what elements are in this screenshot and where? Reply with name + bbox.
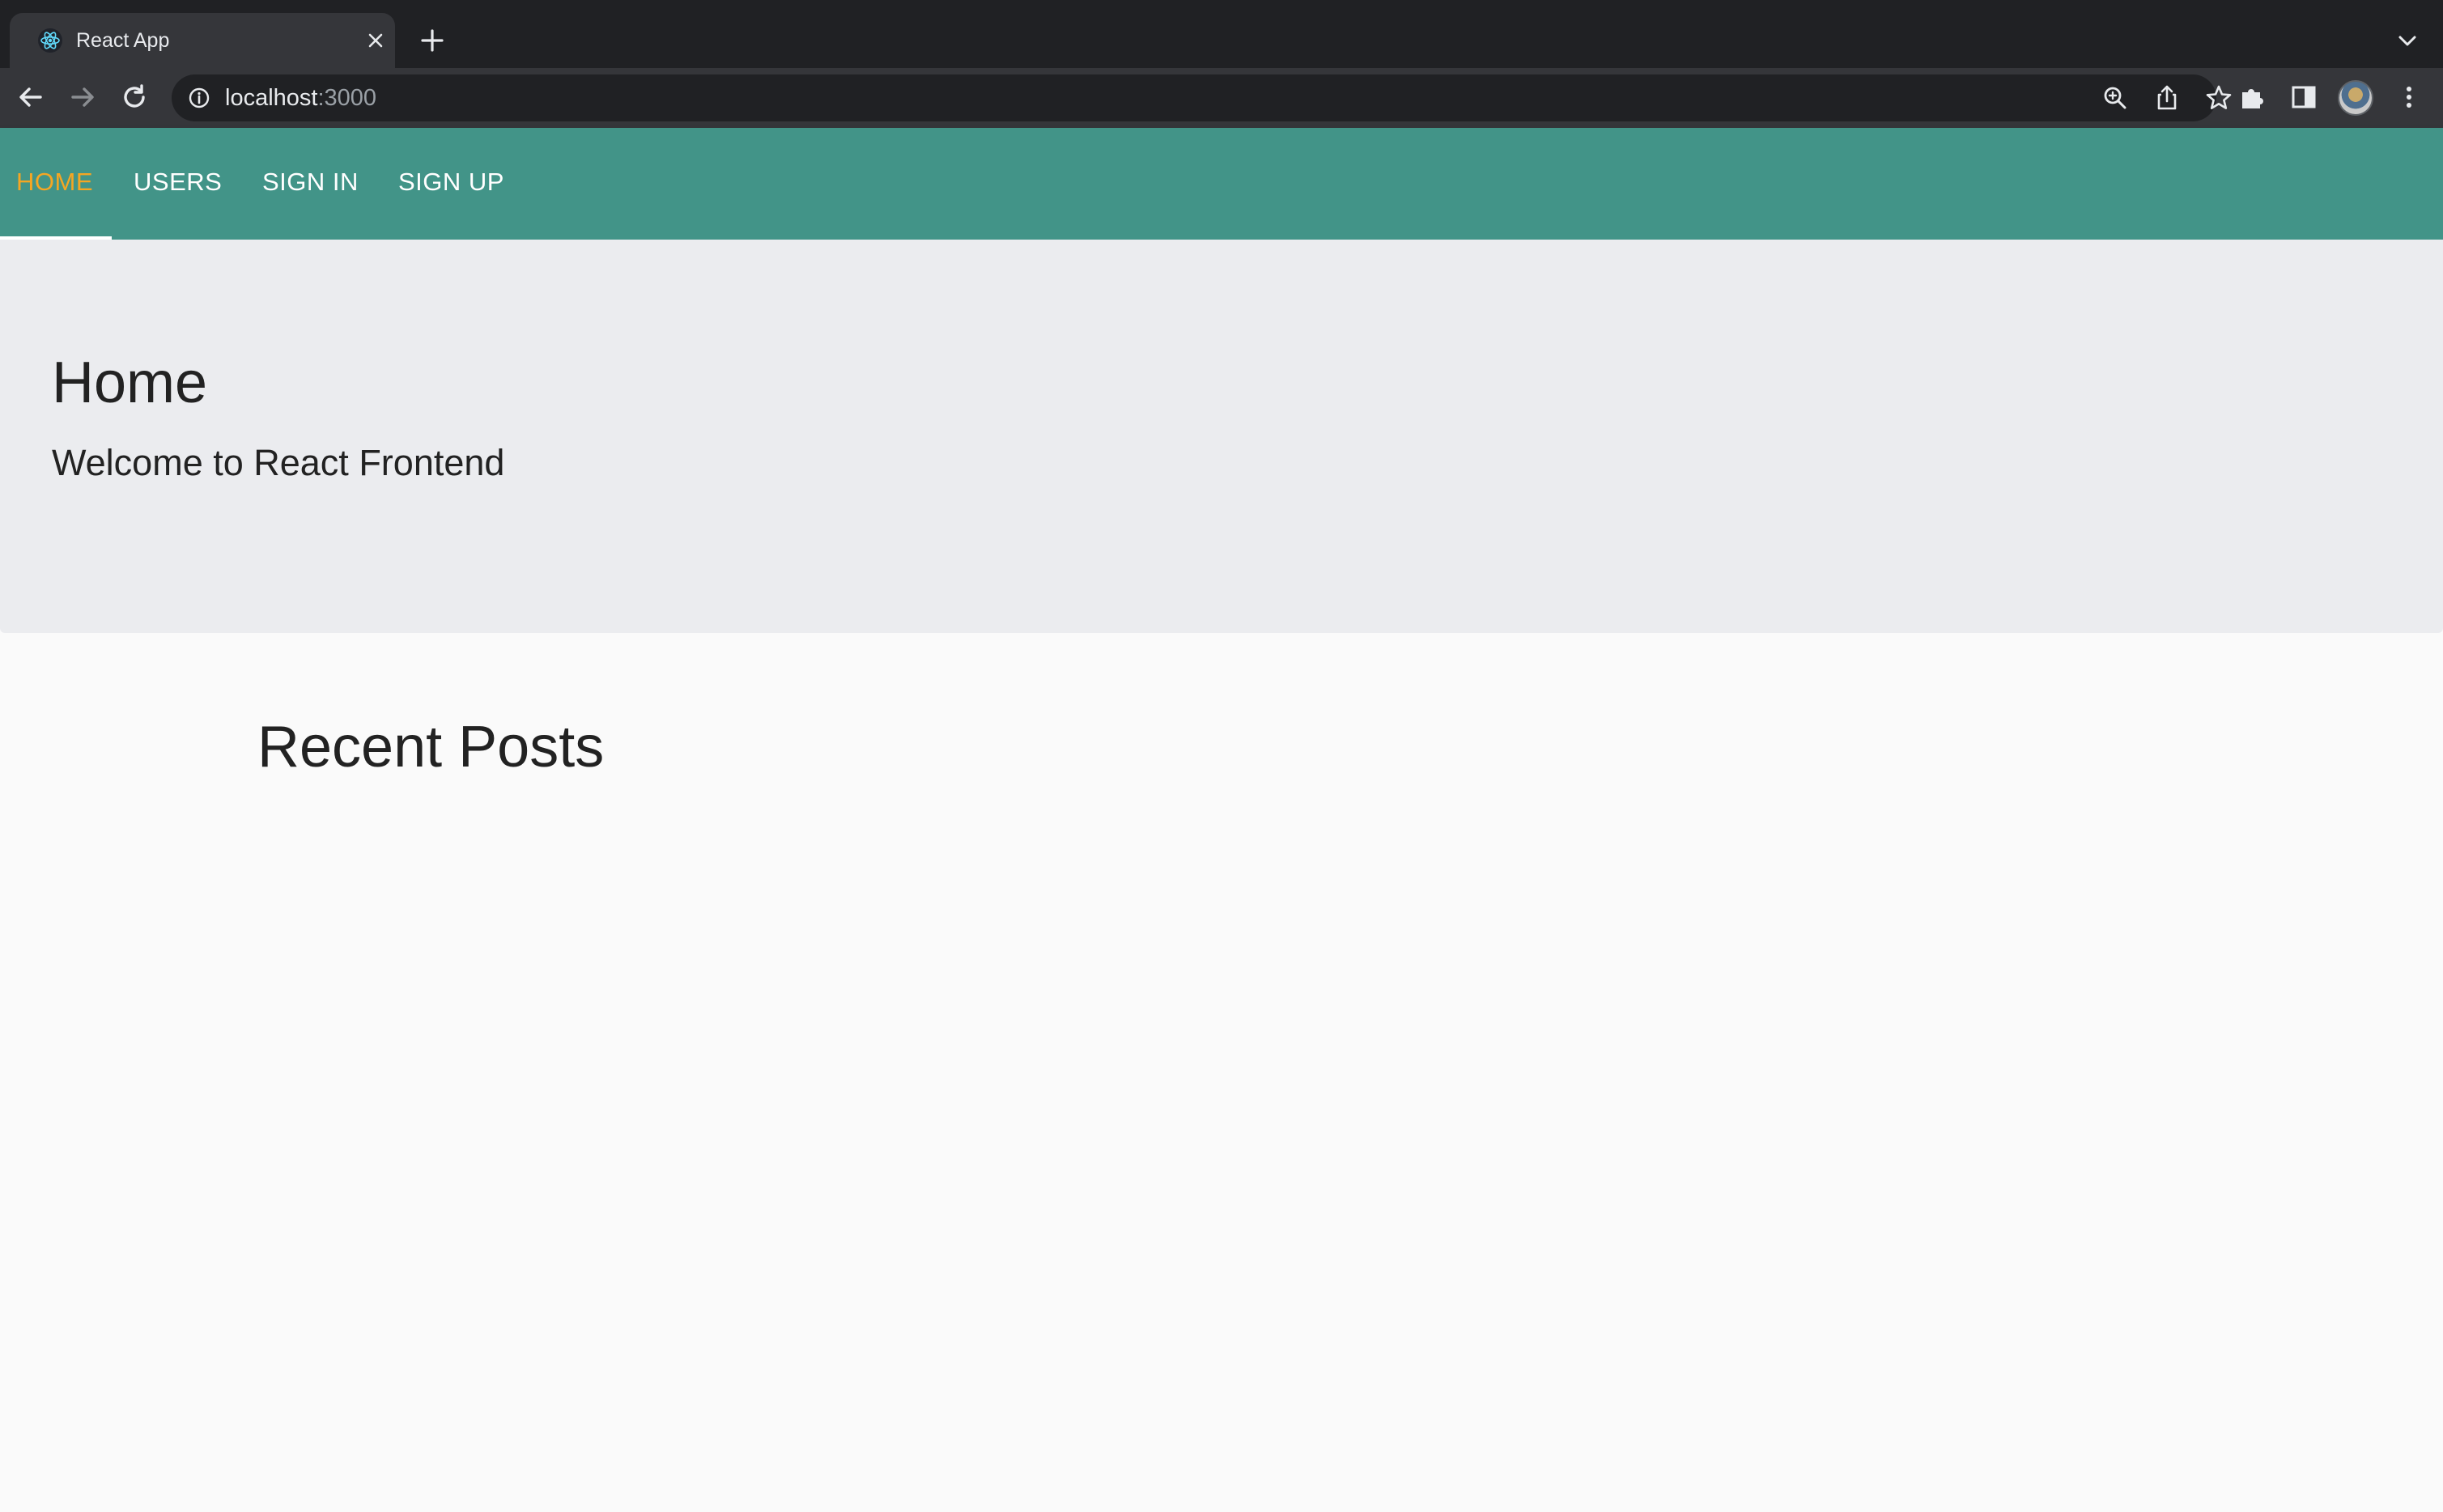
- url-text[interactable]: localhost:3000: [225, 74, 376, 121]
- puzzle-icon[interactable]: [2236, 81, 2268, 113]
- address-bar[interactable]: localhost:3000: [172, 74, 2232, 121]
- recent-posts-heading: Recent Posts: [257, 715, 605, 779]
- tab-title: React App: [76, 29, 170, 52]
- page-subtitle: Welcome to React Frontend: [52, 442, 505, 483]
- back-arrow-icon[interactable]: [15, 81, 47, 113]
- forward-arrow-icon[interactable]: [66, 81, 99, 113]
- react-logo-icon: [38, 28, 62, 53]
- hero-section: Home Welcome to React Frontend: [0, 240, 2443, 633]
- tab-search-chevron-icon[interactable]: [2393, 26, 2422, 55]
- reload-icon[interactable]: [118, 81, 151, 113]
- page-title: Home: [52, 350, 208, 415]
- nav-sign-up[interactable]: SIGN UP: [398, 128, 504, 240]
- share-icon[interactable]: [2152, 83, 2182, 113]
- side-panel-icon[interactable]: [2288, 81, 2320, 113]
- url-host: localhost: [225, 85, 318, 111]
- zoom-icon[interactable]: [2100, 83, 2131, 113]
- browser-tab-strip: React App: [0, 0, 2443, 68]
- new-tab-icon[interactable]: [418, 26, 447, 55]
- nav-sign-in[interactable]: SIGN IN: [262, 128, 359, 240]
- kebab-menu-icon[interactable]: [2393, 81, 2425, 113]
- browser-tab[interactable]: React App: [10, 13, 395, 68]
- browser-toolbar: localhost:3000: [0, 68, 2443, 128]
- close-tab-icon[interactable]: [363, 28, 389, 53]
- nav-users[interactable]: USERS: [134, 128, 222, 240]
- profile-avatar[interactable]: [2338, 80, 2373, 116]
- url-port: :3000: [317, 85, 377, 111]
- app-navbar: HOME USERS SIGN IN SIGN UP: [0, 128, 2443, 240]
- star-icon[interactable]: [2203, 83, 2234, 113]
- info-icon[interactable]: [188, 87, 210, 109]
- nav-home[interactable]: HOME: [16, 128, 93, 240]
